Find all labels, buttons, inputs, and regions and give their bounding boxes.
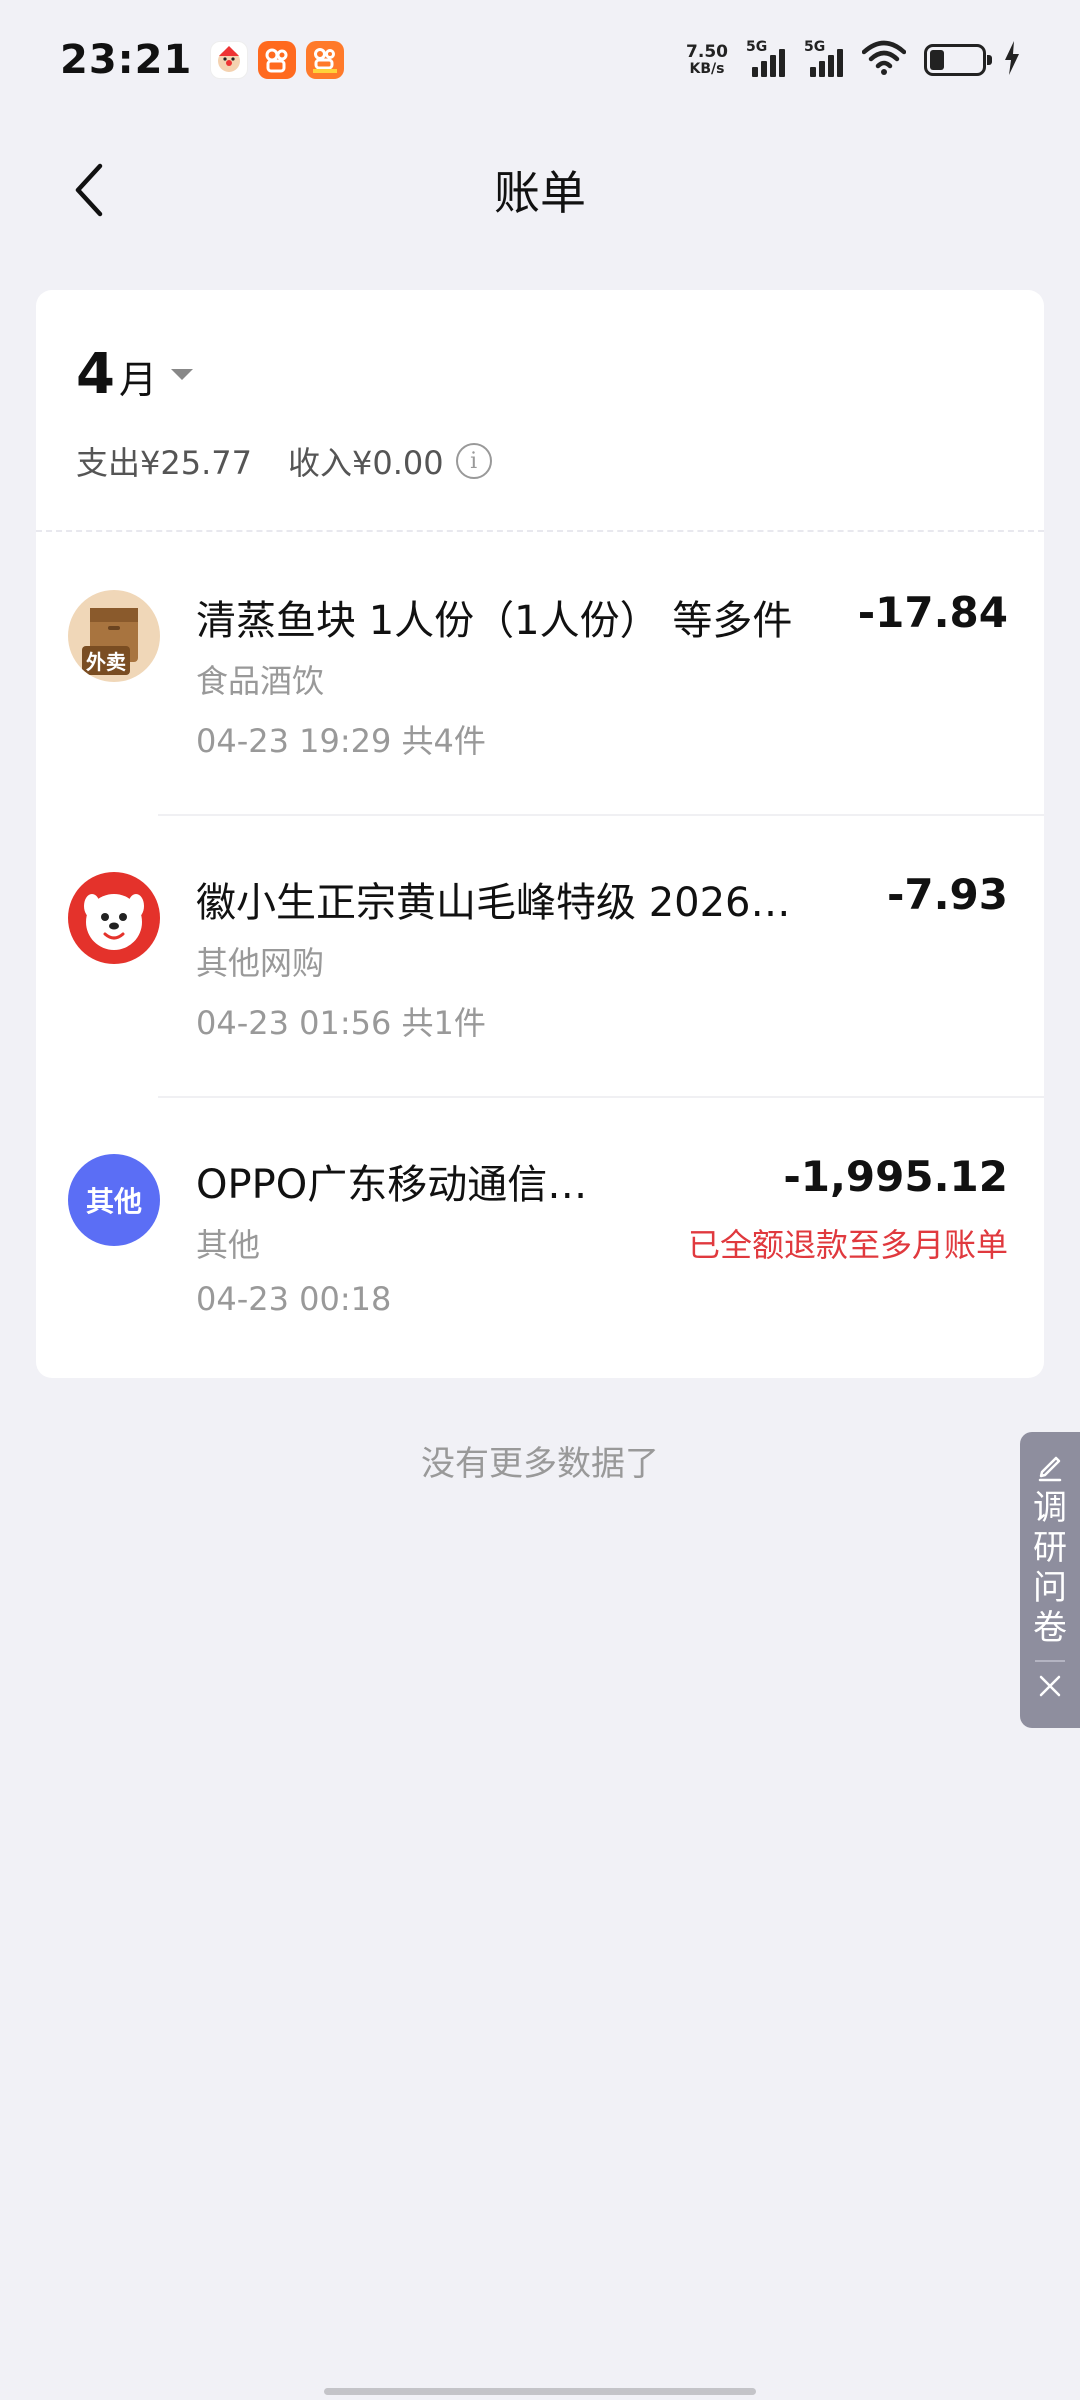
divider [36, 530, 1044, 532]
signal-type-sim2: 5G [804, 39, 826, 55]
survey-floating-tab[interactable]: 调研问卷 [1020, 1432, 1080, 1728]
bill-time: 04-23 01:56 共1件 [196, 1004, 486, 1042]
battery-icon [924, 44, 992, 76]
bill-amount: -17.84 [857, 588, 1008, 637]
close-icon[interactable] [1036, 1672, 1064, 1704]
home-indicator[interactable] [324, 2388, 756, 2395]
pencil-icon [1038, 1456, 1062, 1482]
income-total: 收入¥0.00 [287, 444, 444, 482]
bill-amount: -1,995.12 [783, 1152, 1008, 1201]
other-category-icon: 其他 [68, 1154, 160, 1246]
bill-time: 04-23 19:29 共4件 [196, 722, 486, 760]
takeout-bag-icon: 外卖 [68, 590, 160, 682]
charging-icon [1004, 41, 1020, 79]
status-time: 23:21 [60, 37, 193, 83]
bill-amount: -7.93 [886, 870, 1008, 919]
navigation-bar: 账单 [0, 130, 1080, 250]
signal-icon-sim1: 5G [746, 39, 786, 77]
kuaishou-lite-app-icon [306, 41, 345, 79]
status-bar: 23:21 7.50 KB/s 5G 5G [0, 0, 1080, 120]
notification-icons [210, 41, 345, 79]
month-selector[interactable]: 4 月 [76, 342, 193, 407]
month-unit: 月 [118, 358, 157, 402]
refund-note: 已全额退款至多月账单 [687, 1226, 1008, 1264]
other-category-label: 其他 [85, 1185, 142, 1218]
bill-item[interactable]: 徽小生正宗黄山毛峰特级 2026… -7.93 其他网购 04-23 01:56… [36, 816, 1044, 1098]
bill-category: 其他网购 [196, 944, 325, 982]
bill-category: 食品酒饮 [196, 662, 325, 700]
signal-icon-sim2: 5G [804, 39, 844, 77]
bill-time: 04-23 00:18 [196, 1280, 392, 1318]
clown-app-icon [210, 41, 249, 79]
kuaishou-app-icon [258, 41, 297, 79]
bill-title: 清蒸鱼块 1人份（1人份） 等多件 [196, 598, 793, 644]
month-summary: 支出¥25.77 收入¥0.00 i [76, 438, 492, 484]
bill-title: 徽小生正宗黄山毛峰特级 2026… [196, 880, 791, 926]
survey-label: 调研问卷 [1033, 1488, 1067, 1648]
bill-item[interactable]: 外卖 清蒸鱼块 1人份（1人份） 等多件 -17.84 食品酒饮 04-23 1… [36, 534, 1044, 816]
back-button[interactable] [60, 160, 120, 220]
jd-mascot-icon [68, 872, 160, 964]
page-title: 账单 [494, 166, 586, 220]
network-speed: 7.50 KB/s [686, 43, 728, 77]
bill-title: OPPO广东移动通信… [196, 1162, 588, 1208]
network-speed-value: 7.50 [686, 42, 728, 62]
network-speed-unit: KB/s [689, 61, 725, 77]
bill-category: 其他 [196, 1226, 261, 1264]
month-number: 4 [76, 342, 115, 407]
takeout-label: 外卖 [82, 646, 130, 675]
divider [1035, 1660, 1065, 1662]
wifi-icon [861, 40, 907, 80]
info-icon[interactable]: i [455, 443, 492, 479]
caret-down-icon[interactable] [170, 369, 193, 380]
end-of-list-text: 没有更多数据了 [421, 1444, 659, 1484]
signal-type-sim1: 5G [746, 39, 768, 55]
expense-total: 支出¥25.77 [76, 444, 252, 482]
bill-card: 4 月 支出¥25.77 收入¥0.00 i 外卖 清蒸鱼块 1人份（1人份） … [36, 290, 1044, 1378]
bill-item[interactable]: 其他 OPPO广东移动通信… -1,995.12 其他 已全额退款至多月账单 0… [36, 1098, 1044, 1378]
status-indicators: 7.50 KB/s 5G 5G [686, 39, 1020, 80]
chevron-left-icon [75, 163, 103, 217]
